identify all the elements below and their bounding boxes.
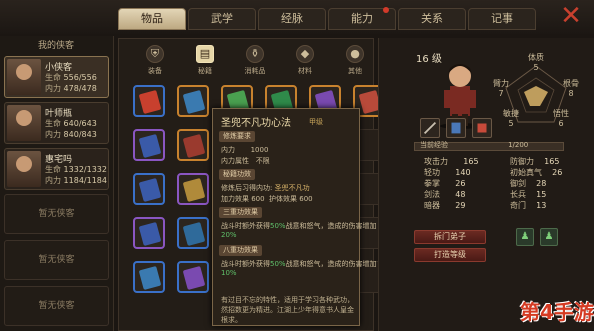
member-hp: 生命 1332/1332 xyxy=(45,165,107,174)
tab-abilities[interactable]: 能力 xyxy=(328,7,396,30)
member-mp: 内力 840/843 xyxy=(45,130,97,139)
tab-meridians[interactable]: 经脉 xyxy=(258,8,326,30)
category-other[interactable]: ● 其他 xyxy=(337,45,373,79)
tab-journal[interactable]: 记事 xyxy=(468,8,536,30)
stat-row: 奇门 13 xyxy=(510,201,547,210)
potion-icon: ⚱ xyxy=(246,45,264,63)
item-slot[interactable] xyxy=(133,173,165,205)
item-slot[interactable] xyxy=(177,173,209,205)
party-member-card[interactable]: 叶师瓶 生命 640/643 内力 840/843 xyxy=(4,102,109,144)
party-title: 我的侠客 xyxy=(37,41,74,51)
armor-icon xyxy=(451,122,461,134)
manual-book-icon xyxy=(182,90,206,114)
party-icon[interactable]: ♟ xyxy=(516,228,534,246)
manual-book-icon xyxy=(138,266,162,290)
manual-book-icon xyxy=(182,134,206,158)
stat-row: 长兵 15 xyxy=(510,190,547,199)
stat-row: 暗器 29 xyxy=(424,201,466,210)
stat-row: 拳掌 26 xyxy=(424,179,466,188)
tooltip-effect: 战斗时额外获得50%战意和怒气，造成的伤害增加 xyxy=(221,260,377,268)
weapon-slot[interactable] xyxy=(420,118,440,138)
radar-bottom-left: 敏捷 5 xyxy=(503,109,519,128)
item-slot[interactable] xyxy=(133,217,165,249)
category-equipment[interactable]: ⛨ 装备 xyxy=(137,45,173,79)
radar-left: 臂力 7 xyxy=(493,79,509,98)
member-hp: 生命 640/643 xyxy=(45,119,97,128)
item-slot[interactable] xyxy=(177,129,209,161)
category-consumables[interactable]: ⚱ 消耗品 xyxy=(237,45,273,79)
manual-book-icon xyxy=(182,222,206,246)
stat-row: 初始真气 26 xyxy=(510,168,563,177)
party-member-card[interactable]: 惠宅吗 生命 1332/1332 内力 1184/1184 xyxy=(4,148,109,190)
tooltip-bonus: 加力效果 600 护体效果 600 xyxy=(221,195,313,203)
manual-book-icon xyxy=(182,266,206,290)
stat-row: 轻功 140 xyxy=(424,168,471,177)
book-icon: ▤ xyxy=(196,45,214,63)
scroll-icon xyxy=(477,123,487,133)
close-icon[interactable]: ✕ xyxy=(556,3,586,30)
member-hp: 生命 556/556 xyxy=(45,73,97,82)
team-icon[interactable]: ♟ xyxy=(540,228,558,246)
manual-book-icon xyxy=(182,178,206,202)
item-slot[interactable] xyxy=(177,261,209,293)
avatar xyxy=(7,151,41,187)
tooltip-section-header: 修炼要求 xyxy=(219,131,255,142)
manual-book-icon xyxy=(138,90,162,114)
stat-row: 防御力 165 xyxy=(510,157,560,166)
shield-icon: ⛨ xyxy=(146,45,164,63)
tooltip-section-header: 三重功效果 xyxy=(219,207,262,218)
item-slot[interactable] xyxy=(177,85,209,117)
sword-icon xyxy=(423,121,437,135)
empty-party-slot[interactable]: 暂无侠客 xyxy=(4,286,109,326)
member-mp: 内力 1184/1184 xyxy=(45,176,107,185)
radar-right: 根骨 8 xyxy=(563,79,579,98)
tab-items[interactable]: 物品 xyxy=(118,8,186,30)
forge-level-button[interactable]: 打造等级 xyxy=(414,248,486,262)
radar-top: 体质 5 xyxy=(528,53,544,72)
experience-text: 当前经验 1/200 xyxy=(420,141,529,149)
disciple-button[interactable]: 拆门弟子 xyxy=(414,230,486,244)
item-tooltip: 圣兜不凡功心法 甲级 修炼要求 内力 1000 内力属性 不限 秘籍功效 修炼后… xyxy=(212,108,377,326)
stat-row: 剑法 48 xyxy=(424,190,466,199)
tooltip-grade: 甲级 xyxy=(309,118,323,126)
manual-book-icon xyxy=(138,222,162,246)
ore-icon: ◆ xyxy=(296,45,314,63)
tooltip-effect-value: 10% xyxy=(221,269,237,277)
tab-relations[interactable]: 关系 xyxy=(398,8,466,30)
category-manuals[interactable]: ▤ 秘籍 xyxy=(187,45,223,79)
armor-slot[interactable] xyxy=(446,118,466,138)
item-slot[interactable] xyxy=(133,85,165,117)
tab-martial-arts[interactable]: 武学 xyxy=(188,8,256,30)
manual-book-icon xyxy=(138,134,162,158)
manual-book-icon xyxy=(138,178,162,202)
tooltip-effect: 战斗时额外获得50%战意和怒气，造成的伤害增加 xyxy=(221,222,377,230)
party-member-card[interactable]: 小侠客 生命 556/556 内力 478/478 xyxy=(4,56,109,98)
tooltip-requirement: 内力 1000 xyxy=(221,146,269,154)
pouch-icon: ● xyxy=(346,45,364,63)
tooltip-title: 圣兜不凡功心法 xyxy=(221,118,291,129)
avatar xyxy=(7,105,41,141)
item-slot[interactable] xyxy=(133,129,165,161)
accessory-slot[interactable] xyxy=(472,118,492,138)
watermark: 第4手游 xyxy=(520,300,594,324)
tooltip-section-header: 八重功效果 xyxy=(219,245,262,256)
tooltip-attribute: 内力属性 不限 xyxy=(221,157,270,165)
member-mp: 内力 478/478 xyxy=(45,84,97,93)
empty-party-slot[interactable]: 暂无侠客 xyxy=(4,194,109,234)
avatar xyxy=(7,59,41,95)
radar-bottom-right: 悟性 6 xyxy=(553,109,569,128)
stat-row: 攻击力 165 xyxy=(424,157,479,166)
item-slot[interactable] xyxy=(177,217,209,249)
tooltip-section-header: 秘籍功效 xyxy=(219,169,255,180)
tooltip-effect-value: 20% xyxy=(221,231,237,239)
notification-dot xyxy=(383,7,389,13)
empty-party-slot[interactable]: 暂无侠客 xyxy=(4,240,109,280)
tooltip-learn: 修炼后习得内功: 圣兜不凡功 xyxy=(221,184,310,192)
category-materials[interactable]: ◆ 材料 xyxy=(287,45,323,79)
stat-row: 御剑 28 xyxy=(510,179,547,188)
item-slot[interactable] xyxy=(133,261,165,293)
tooltip-description: 有过目不忘的特性，适用于学习各种武功，然招数更为精进。江湖上少年得意书人皇金根求… xyxy=(221,296,354,324)
